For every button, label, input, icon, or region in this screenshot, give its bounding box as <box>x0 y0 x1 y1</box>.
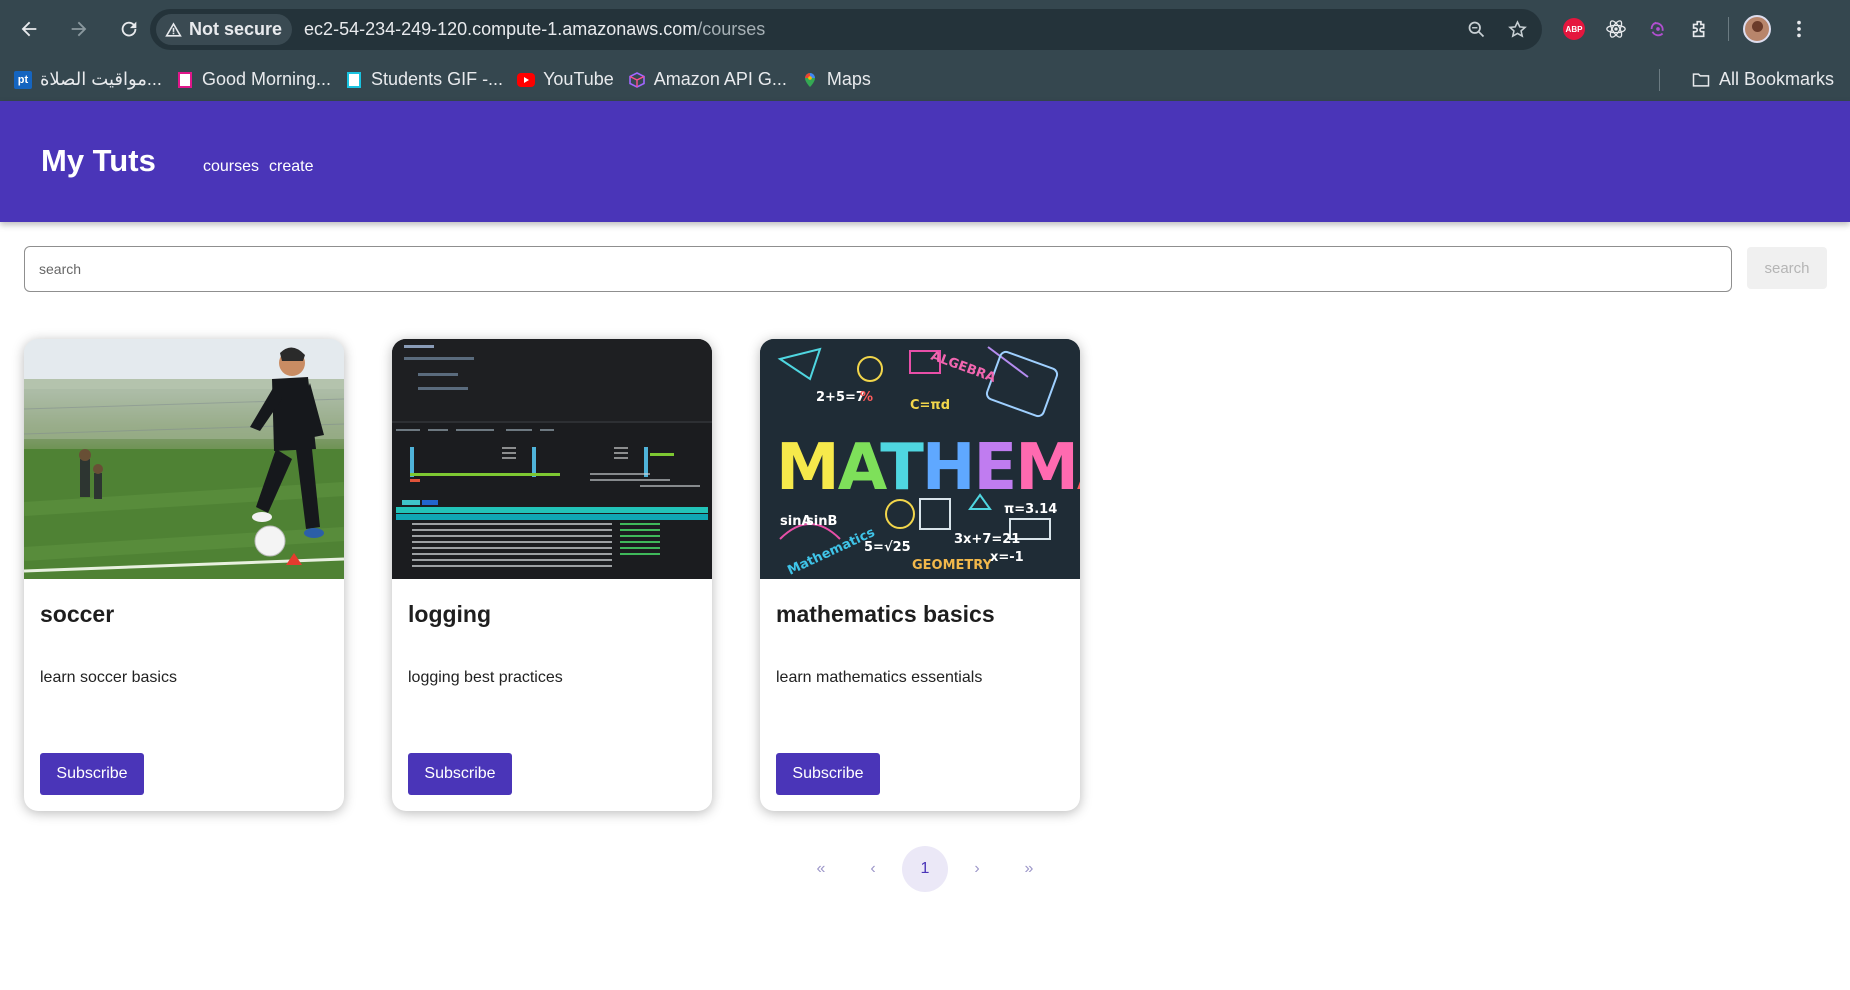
bookmark-label: Amazon API G... <box>653 69 787 89</box>
browser-menu-button[interactable] <box>1785 15 1813 43</box>
page-number-current[interactable]: 1 <box>902 846 948 892</box>
course-title: soccer <box>40 601 115 627</box>
bookmark-label: Good Morning... <box>201 69 332 89</box>
maps-pin-icon <box>801 71 819 89</box>
redux-devtools-extension[interactable] <box>1644 15 1672 43</box>
arrow-right-icon <box>71 21 87 37</box>
bookmarks-bar: pt مواقيت الصلاة... Good Morning... Stud… <box>0 58 1850 101</box>
brand-title: My Tuts <box>41 143 156 178</box>
redux-icon <box>1650 21 1664 37</box>
bookmark-label: YouTube <box>543 69 614 89</box>
toolbar-divider <box>1728 17 1729 41</box>
adblock-icon: ABP <box>1563 18 1585 40</box>
svg-text:GEOMETRY: GEOMETRY <box>912 558 993 573</box>
warning-triangle-icon <box>165 22 182 37</box>
bookmark-label: Maps <box>826 69 871 89</box>
svg-text:sinB: sinB <box>806 514 837 529</box>
bookmark-label: Students GIF -... <box>371 69 504 89</box>
react-atom-icon <box>1606 20 1626 38</box>
url-text: ec2-54-234-249-120.compute-1.amazonaws.c… <box>304 19 765 40</box>
bookmarks-divider <box>1659 68 1660 91</box>
security-label: Not secure <box>189 19 283 39</box>
mathematics-illustration: ALGEBRA 2+5=7 % C=πd sinA sinB Mathemati… <box>760 339 1080 579</box>
search-input[interactable] <box>24 246 1732 292</box>
bookmark-youtube[interactable]: YouTube <box>517 69 614 90</box>
omnibox-actions <box>1466 9 1528 50</box>
back-button[interactable] <box>8 8 50 50</box>
soccer-image <box>24 339 344 579</box>
kebab-menu-icon <box>1797 20 1801 38</box>
bookmark-students-gif[interactable]: Students GIF -... <box>345 69 503 90</box>
subscribe-button[interactable]: Subscribe <box>40 753 144 795</box>
course-list: soccer learn soccer basics Subscribe log… <box>24 339 1080 811</box>
adblock-extension[interactable]: ABP <box>1560 15 1588 43</box>
math-title-art: MATHEMAT <box>776 431 1080 505</box>
pagination: « ‹ 1 › » <box>798 846 1052 892</box>
all-bookmarks-button[interactable]: All Bookmarks <box>1691 69 1834 90</box>
search-bar: search <box>24 246 1827 292</box>
app-header: My Tuts courses create <box>0 101 1850 222</box>
svg-text:2+5=7: 2+5=7 <box>816 390 865 405</box>
svg-text:%: % <box>860 390 873 405</box>
site-info-chip[interactable]: Not secure <box>156 14 293 45</box>
course-title: mathematics basics <box>776 601 995 627</box>
search-button[interactable]: search <box>1747 247 1827 289</box>
bookmark-page-icon <box>176 71 194 89</box>
bookmark-maps[interactable]: Maps <box>801 69 871 90</box>
puzzle-piece-icon <box>1692 20 1705 38</box>
svg-text:C=πd: C=πd <box>910 398 950 413</box>
course-card-logging: logging logging best practices Subscribe <box>392 339 712 811</box>
terminal-illustration <box>392 339 712 567</box>
browser-chrome: Not secure ec2-54-234-249-120.compute-1.… <box>0 0 1850 101</box>
extensions-area: ABP <box>1560 0 1813 58</box>
main-nav: courses create <box>203 158 314 176</box>
nav-link-courses[interactable]: courses <box>203 158 259 176</box>
bookmark-label: مواقيت الصلاة... <box>40 69 162 89</box>
bookmark-good-morning[interactable]: Good Morning... <box>176 69 331 90</box>
svg-text:5=√25: 5=√25 <box>864 540 911 555</box>
last-page-button[interactable]: » <box>1006 846 1052 892</box>
bookmark-prayer-times[interactable]: pt مواقيت الصلاة... <box>14 69 162 90</box>
svg-text:3x+7=21: 3x+7=21 <box>954 532 1020 547</box>
bookmark-page-icon <box>345 71 363 89</box>
mathematics-image: ALGEBRA 2+5=7 % C=πd sinA sinB Mathemati… <box>760 339 1080 579</box>
svg-text:x=-1: x=-1 <box>990 550 1024 565</box>
bookmark-amazon-api-gateway[interactable]: Amazon API G... <box>628 69 787 90</box>
logging-image <box>392 339 712 579</box>
all-bookmarks-label: All Bookmarks <box>1718 69 1834 89</box>
pt-icon: pt <box>14 70 32 89</box>
star-bookmark-icon[interactable] <box>1507 19 1528 40</box>
profile-avatar[interactable] <box>1743 15 1771 43</box>
aws-cube-icon <box>628 71 646 89</box>
next-page-button[interactable]: › <box>954 846 1000 892</box>
course-card-soccer: soccer learn soccer basics Subscribe <box>24 339 344 811</box>
extensions-menu-button[interactable] <box>1686 15 1714 43</box>
subscribe-button[interactable]: Subscribe <box>408 753 512 795</box>
course-title: logging <box>408 601 492 627</box>
react-devtools-extension[interactable] <box>1602 15 1630 43</box>
browser-toolbar: Not secure ec2-54-234-249-120.compute-1.… <box>0 0 1850 58</box>
youtube-icon <box>517 71 536 89</box>
course-description: learn soccer basics <box>40 669 177 686</box>
soccer-illustration <box>24 339 344 579</box>
subscribe-button[interactable]: Subscribe <box>776 753 880 795</box>
course-card-mathematics-basics: ALGEBRA 2+5=7 % C=πd sinA sinB Mathemati… <box>760 339 1080 811</box>
previous-page-button[interactable]: ‹ <box>850 846 896 892</box>
url-path: /courses <box>697 19 766 39</box>
reload-icon <box>121 21 137 37</box>
folder-icon <box>1692 72 1710 87</box>
reload-button[interactable] <box>108 8 150 50</box>
arrow-left-icon <box>21 21 37 37</box>
url-host: ec2-54-234-249-120.compute-1.amazonaws.c… <box>304 19 698 39</box>
nav-link-create[interactable]: create <box>269 158 313 176</box>
first-page-button[interactable]: « <box>798 846 844 892</box>
address-bar[interactable]: Not secure ec2-54-234-249-120.compute-1.… <box>150 9 1542 50</box>
forward-button[interactable] <box>58 8 100 50</box>
zoom-icon[interactable] <box>1466 19 1487 40</box>
course-description: logging best practices <box>408 669 563 686</box>
course-description: learn mathematics essentials <box>776 669 983 686</box>
